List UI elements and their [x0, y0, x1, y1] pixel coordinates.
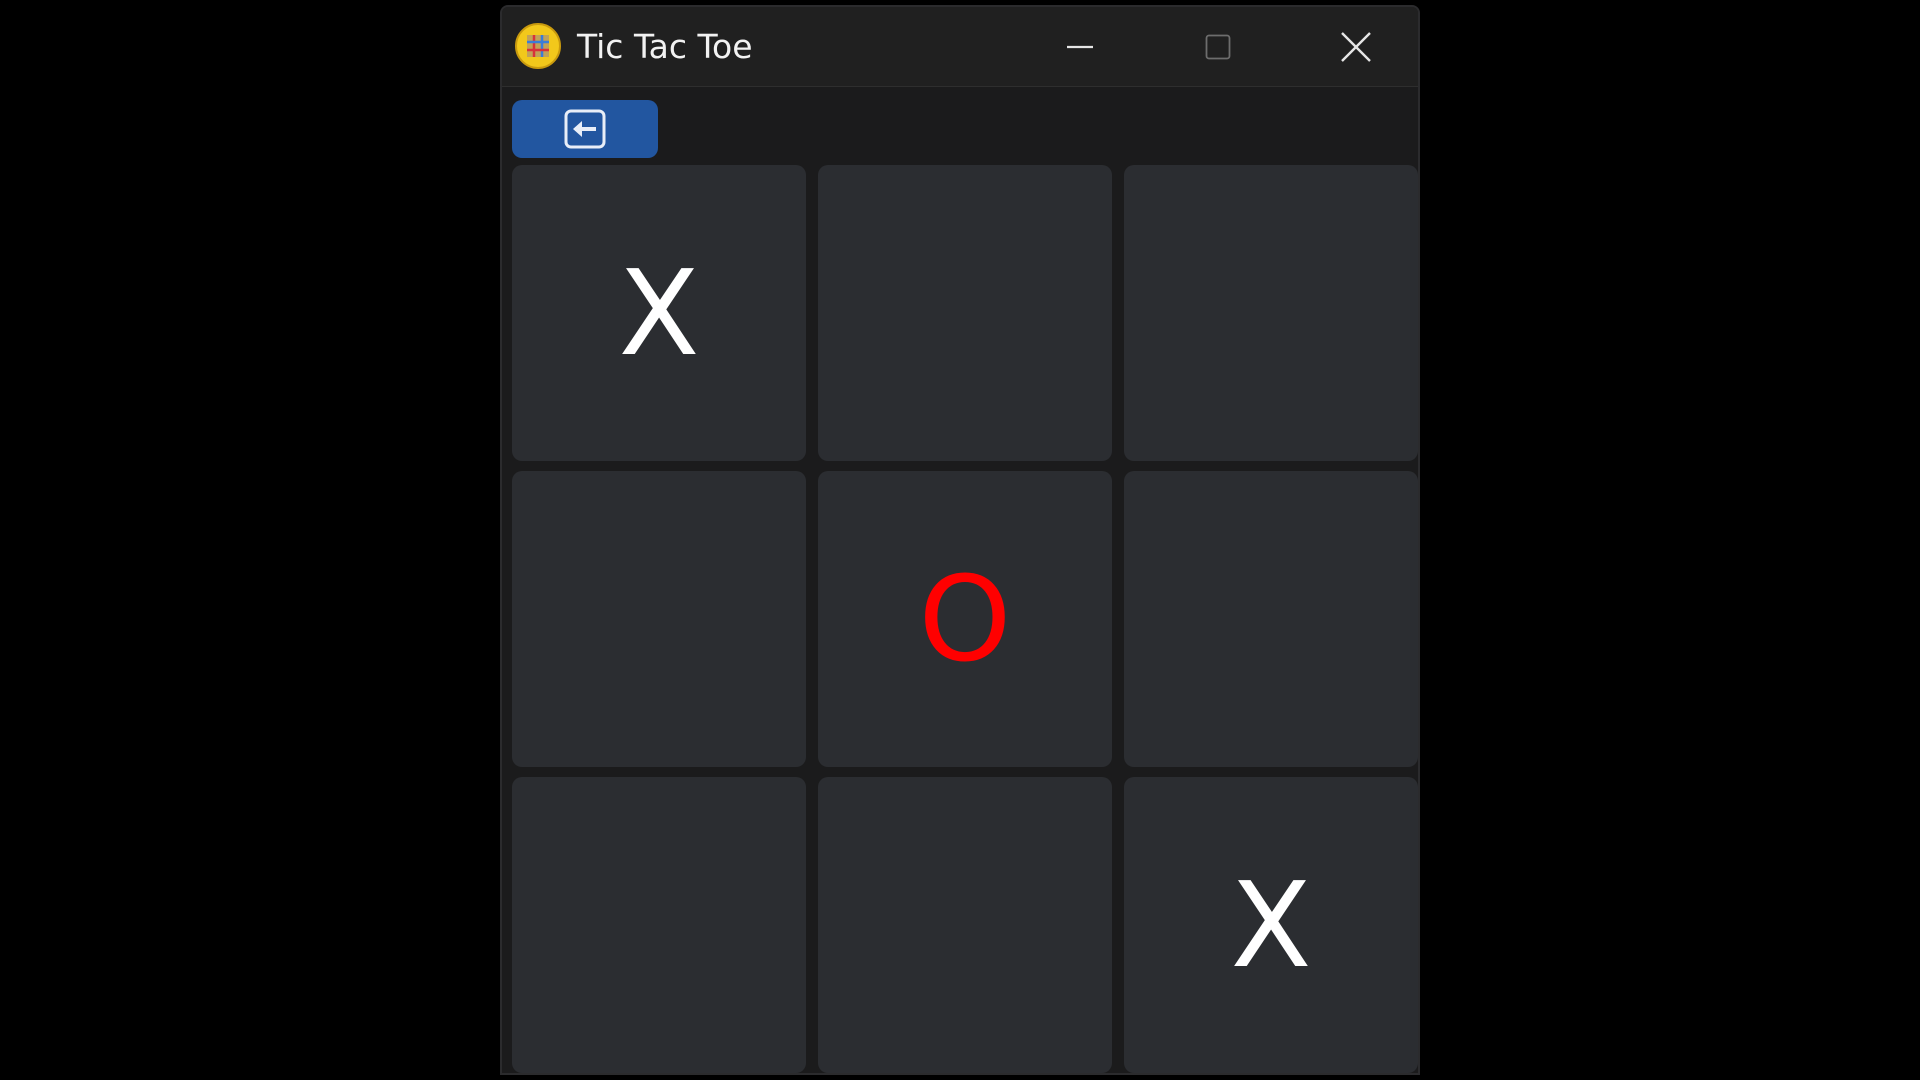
close-icon: [1341, 32, 1371, 62]
app-window: Tic Tac Toe X O X: [500, 5, 1420, 1075]
cell-mark: O: [918, 550, 1012, 688]
minimize-icon: [1067, 45, 1093, 49]
cell-mark: X: [1230, 856, 1312, 994]
back-arrow-icon: [564, 109, 606, 149]
board-cell[interactable]: [512, 777, 806, 1073]
board-cell[interactable]: O: [818, 471, 1112, 767]
cell-mark: X: [618, 244, 700, 382]
title-bar[interactable]: Tic Tac Toe: [502, 7, 1418, 87]
minimize-button[interactable]: [1011, 7, 1149, 87]
game-board: X O X: [512, 165, 1418, 1073]
window-title: Tic Tac Toe: [577, 27, 753, 66]
board-cell[interactable]: [1124, 165, 1418, 461]
close-button[interactable]: [1287, 7, 1418, 87]
back-button[interactable]: [512, 100, 658, 158]
board-cell[interactable]: [1124, 471, 1418, 767]
board-cell[interactable]: [818, 777, 1112, 1073]
board-cell[interactable]: [512, 471, 806, 767]
maximize-icon: [1205, 34, 1231, 60]
board-cell[interactable]: X: [1124, 777, 1418, 1073]
maximize-button[interactable]: [1149, 7, 1287, 87]
tic-tac-toe-app-icon: [515, 23, 561, 69]
board-cell[interactable]: [818, 165, 1112, 461]
toolbar: [502, 87, 1418, 165]
board-cell[interactable]: X: [512, 165, 806, 461]
